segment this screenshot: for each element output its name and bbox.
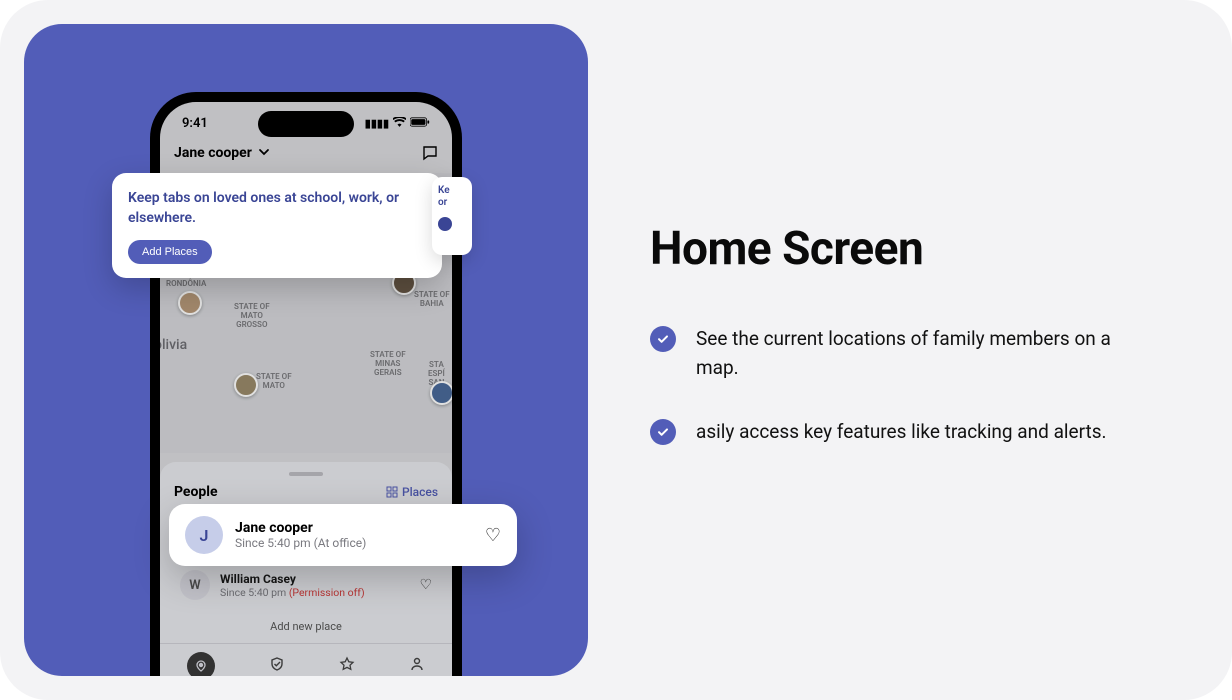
tip-peek-text: Keor xyxy=(438,185,466,209)
sheet-handle[interactable] xyxy=(289,472,323,476)
tip-callout: Keep tabs on loved ones at school, work,… xyxy=(112,173,442,278)
places-link-label: Places xyxy=(402,485,438,499)
person-info: William Casey Since 5:40 pm (Permission … xyxy=(220,572,409,599)
signal-icon: ▮▮▮▮ xyxy=(365,117,389,130)
battery-icon xyxy=(410,117,430,130)
avatar: W xyxy=(180,570,210,600)
tip-card-peek: Keor xyxy=(432,177,472,255)
chat-icon[interactable] xyxy=(422,145,438,161)
check-icon xyxy=(650,326,676,352)
copy-panel: Home Screen See the current locations of… xyxy=(650,222,1140,480)
dynamic-island xyxy=(258,111,354,137)
map-label: STATE OFMATO xyxy=(256,373,292,391)
person-name: William Casey xyxy=(220,572,409,586)
person-sub: Since 5:40 pm (At office) xyxy=(235,536,473,550)
check-icon xyxy=(650,419,676,445)
avatar: J xyxy=(185,516,223,554)
tab-location-icon[interactable] xyxy=(187,652,215,676)
map-label: STATE OFMATOGROSSO xyxy=(234,303,270,329)
wifi-icon xyxy=(393,117,406,130)
profile-selector[interactable]: Jane cooper xyxy=(174,145,270,161)
map-label: STATE OFBAHIA xyxy=(414,291,450,309)
person-row[interactable]: W William Casey Since 5:40 pm (Permissio… xyxy=(174,560,438,610)
sheet-title: People xyxy=(174,484,218,500)
status-icons: ▮▮▮▮ xyxy=(365,117,430,130)
add-places-button[interactable]: Add Places xyxy=(128,240,212,264)
places-link[interactable]: Places xyxy=(386,485,438,499)
bullet-text: asily access key features like tracking … xyxy=(696,417,1107,446)
showcase-panel: 9:41 ▮▮▮▮ Jane cooper xyxy=(24,24,588,676)
profile-name: Jane cooper xyxy=(174,145,252,161)
map-country-bolivia: olivia xyxy=(160,337,187,353)
feature-bullet: See the current locations of family memb… xyxy=(650,324,1140,383)
map-avatar[interactable] xyxy=(430,381,452,405)
person-info: Jane cooper Since 5:40 pm (At office) xyxy=(235,520,473,550)
people-sheet: People Places J Jane cooper Since 5:40 p… xyxy=(160,462,452,676)
tip-text: Keep tabs on loved ones at school, work,… xyxy=(128,189,426,228)
person-sub: Since 5:40 pm (Permission off) xyxy=(220,586,409,599)
feature-bullet: asily access key features like tracking … xyxy=(650,417,1140,446)
bullet-text: See the current locations of family memb… xyxy=(696,324,1140,383)
chevron-down-icon xyxy=(258,146,270,161)
heart-icon[interactable]: ♡ xyxy=(485,525,501,546)
page-title: Home Screen xyxy=(650,222,1140,276)
person-callout: J Jane cooper Since 5:40 pm (At office) … xyxy=(169,504,517,566)
map-avatar[interactable] xyxy=(234,373,258,397)
tab-bar xyxy=(160,643,452,676)
tab-person-icon[interactable] xyxy=(409,656,425,676)
heart-icon[interactable]: ♡ xyxy=(419,577,432,593)
map-label: STATE OFMINASGERAIS xyxy=(370,351,406,377)
add-place-link[interactable]: Add new place xyxy=(174,610,438,643)
tab-shield-icon[interactable] xyxy=(269,656,285,676)
map-avatar[interactable] xyxy=(178,291,202,315)
tip-peek-dot xyxy=(438,217,452,231)
person-name: Jane cooper xyxy=(235,520,473,536)
status-time: 9:41 xyxy=(182,116,208,131)
tab-star-icon[interactable] xyxy=(339,656,355,676)
app-header: Jane cooper xyxy=(160,135,452,173)
